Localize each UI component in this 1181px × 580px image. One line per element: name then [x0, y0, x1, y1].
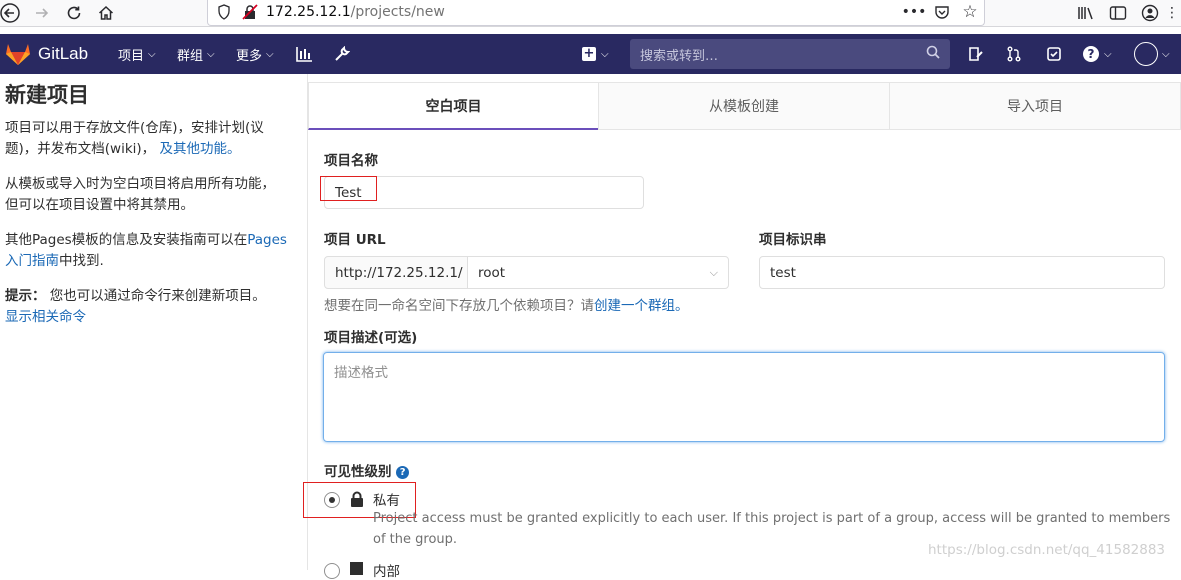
todos-check-icon[interactable]	[1046, 34, 1062, 74]
chevron-down-icon: ⌵	[148, 48, 156, 60]
visibility-label: 可见性级别 ?	[324, 460, 410, 480]
project-name-label: 项目名称	[324, 153, 378, 169]
new-item-dropdown[interactable]: + ⌵	[582, 34, 609, 74]
template-paragraph: 从模板或导入时为空白项目将启用所有功能，但可以在项目设置中将其禁用。	[5, 176, 275, 213]
visibility-internal-radio[interactable]	[324, 563, 340, 579]
bookmark-star-icon[interactable]: ☆	[960, 2, 980, 22]
library-icon[interactable]	[1076, 3, 1096, 23]
project-slug-input[interactable]: test	[759, 256, 1165, 289]
visibility-internal-label[interactable]: 内部	[373, 560, 400, 580]
home-icon[interactable]	[96, 3, 116, 23]
namespace-select[interactable]: root ⌵	[467, 256, 729, 289]
nav-more-menu[interactable]: 更多 ⌵	[236, 34, 274, 74]
tip-text: 您也可以通过命令行来创建新项目。	[49, 288, 266, 304]
watermark: https://blog.csdn.net/qq_41582883	[928, 542, 1166, 558]
group-help-sentence: 想要在同一命名空间下存放几个依赖项目？请	[324, 298, 594, 314]
help-question-icon[interactable]: ?	[396, 466, 410, 479]
chevron-down-icon: ⌵	[709, 265, 718, 279]
project-url-label: 项目 URL	[324, 232, 386, 248]
gitlab-logo-icon[interactable]	[5, 34, 31, 74]
forward-icon[interactable]	[32, 3, 52, 23]
page-actions-icon[interactable]: •••	[902, 2, 927, 22]
project-slug-label: 项目标识串	[759, 232, 827, 248]
pages-text: 其他Pages模板的信息及安装指南可以在	[5, 232, 248, 248]
tab-blank-project[interactable]: 空白项目	[308, 82, 599, 130]
show-commands-link[interactable]: 显示相关命令	[5, 309, 86, 325]
chevron-down-icon: ⌵	[1104, 48, 1112, 60]
chevron-down-icon: ⌵	[207, 48, 215, 60]
page-info-icon[interactable]	[214, 2, 234, 22]
url-text: 172.25.12.1/projects/new	[266, 4, 445, 20]
nav-groups-label: 群组	[177, 48, 204, 64]
tip-paragraph: 提示： 您也可以通过命令行来创建新项目。显示相关命令	[5, 286, 287, 328]
nav-more-label: 更多	[236, 48, 263, 64]
search-input[interactable]: 搜索或转到…	[630, 39, 950, 69]
sidebar-toggle-icon[interactable]	[1108, 3, 1128, 23]
plus-square-icon: +	[582, 46, 596, 61]
reload-icon[interactable]	[64, 3, 84, 23]
url-bar[interactable]: 172.25.12.1/projects/new ••• ☆	[207, 0, 985, 26]
search-placeholder: 搜索或转到…	[640, 49, 719, 64]
create-group-link[interactable]: 创建一个群组。	[594, 298, 689, 314]
merge-requests-icon[interactable]	[1006, 34, 1022, 74]
namespace-value: root	[478, 264, 506, 281]
chevron-down-icon[interactable]: ⌵	[1162, 34, 1170, 74]
more-features-link[interactable]: 及其他功能。	[159, 141, 240, 157]
group-help-text: 想要在同一命名空间下存放几个依赖项目？请创建一个群组。	[324, 294, 689, 314]
tab-import-project[interactable]: 导入项目	[889, 82, 1181, 130]
gitlab-navbar: GitLab 项目 ⌵ 群组 ⌵ 更多 ⌵ + ⌵ 搜索或转到… ? ⌵ ⌵	[0, 34, 1181, 74]
chevron-down-icon: ⌵	[266, 48, 274, 60]
browser-toolbar: 172.25.12.1/projects/new ••• ☆ ⋮	[0, 0, 1181, 27]
nav-projects-menu[interactable]: 项目 ⌵	[118, 34, 156, 74]
project-source-tabs: 空白项目 从模板创建 导入项目	[308, 82, 1181, 130]
url-prefix-addon: http://172.25.12.1/	[324, 256, 468, 289]
menu-icon[interactable]: ⋮	[1162, 3, 1181, 23]
project-description-textarea[interactable]: 描述格式	[323, 352, 1165, 442]
brand-name[interactable]: GitLab	[38, 34, 88, 74]
tip-label: 提示：	[5, 288, 46, 304]
nav-groups-menu[interactable]: 群组 ⌵	[177, 34, 215, 74]
annotation-box	[320, 176, 377, 201]
search-icon	[926, 45, 940, 63]
back-icon[interactable]	[0, 3, 20, 23]
account-icon[interactable]	[1140, 3, 1160, 23]
new-project-intro: 新建项目 项目可以用于存放文件(仓库)，安排计划(议题)，并发布文档(wiki)…	[5, 82, 287, 342]
admin-wrench-icon[interactable]	[334, 34, 350, 74]
project-description-label: 项目描述(可选)	[324, 330, 418, 346]
help-dropdown[interactable]: ? ⌵	[1083, 34, 1112, 74]
chevron-down-icon: ⌵	[601, 48, 609, 60]
tab-from-template[interactable]: 从模板创建	[598, 82, 890, 130]
internal-shield-icon	[350, 562, 363, 575]
page-title: 新建项目	[5, 83, 89, 107]
pocket-icon[interactable]	[932, 2, 952, 22]
activity-chart-icon[interactable]	[296, 34, 313, 74]
pages-tail: 中找到.	[59, 253, 104, 269]
user-avatar[interactable]	[1134, 42, 1158, 66]
nav-projects-label: 项目	[118, 48, 145, 64]
insecure-lock-icon[interactable]	[240, 2, 260, 22]
help-question-icon: ?	[1083, 46, 1099, 62]
todo-edit-icon[interactable]	[968, 34, 984, 74]
intro-paragraph: 项目可以用于存放文件(仓库)，安排计划(议题)，并发布文档(wiki)， 及其他…	[5, 118, 287, 160]
pages-paragraph: 其他Pages模板的信息及安装指南可以在Pages 入门指南中找到.	[5, 230, 287, 272]
visibility-label-text: 可见性级别	[324, 464, 392, 480]
